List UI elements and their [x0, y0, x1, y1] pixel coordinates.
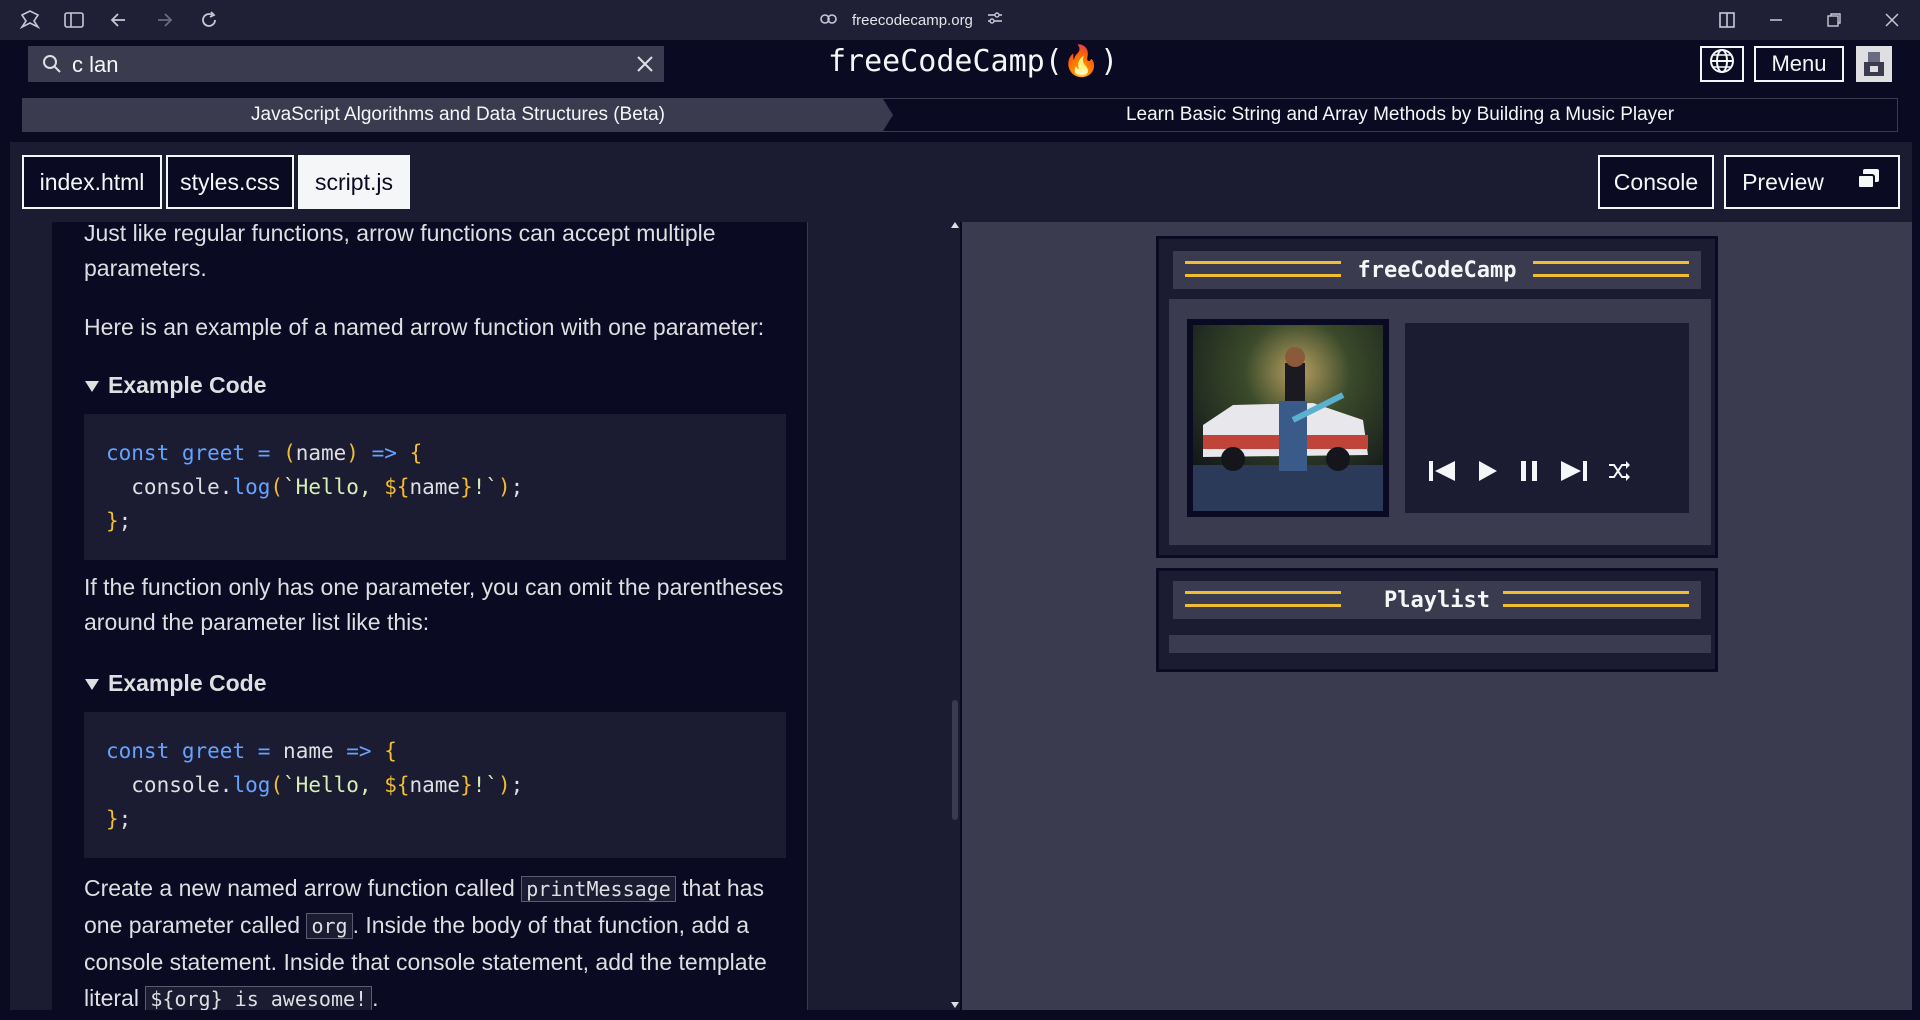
language-button[interactable]	[1700, 46, 1744, 82]
task-description: Create a new named arrow function called…	[84, 870, 784, 1010]
task-text: .	[372, 985, 379, 1010]
instruction-paragraph: Here is an example of a named arrow func…	[84, 314, 765, 340]
pause-icon[interactable]	[1517, 459, 1541, 488]
summary-label: Example Code	[108, 372, 267, 398]
search-bar[interactable]: c lan	[28, 46, 664, 82]
menu-button[interactable]: Menu	[1754, 46, 1844, 82]
avatar[interactable]	[1856, 46, 1892, 82]
preview-button[interactable]: Preview	[1724, 155, 1840, 209]
next-track-icon[interactable]	[1559, 459, 1589, 488]
tab-styles-css[interactable]: styles.css	[166, 155, 294, 209]
instructions-pane: Just like regular functions, arrow funct…	[10, 222, 960, 1010]
fcc-logo[interactable]: freeCodeCamp(🔥)	[828, 44, 1118, 79]
breadcrumb-block[interactable]: Learn Basic String and Array Methods by …	[903, 99, 1897, 131]
close-window-icon[interactable]	[1880, 8, 1904, 32]
album-art	[1187, 319, 1389, 517]
instruction-paragraph: Just like regular functions, arrow funct…	[84, 222, 716, 281]
example-code-block: const greet = (name) => { console.log(`H…	[84, 414, 786, 560]
breadcrumb-superblock[interactable]: JavaScript Algorithms and Data Structure…	[23, 99, 893, 131]
task-text: Create a new named arrow function called	[84, 875, 522, 901]
preview-pane: freeCodeCamp Playlist	[960, 222, 1912, 1010]
instructions-scrollbar[interactable]	[950, 222, 960, 1010]
instruction-paragraph: If the function only has one parameter, …	[84, 574, 784, 635]
restore-icon[interactable]	[1822, 8, 1846, 32]
breadcrumb: JavaScript Algorithms and Data Structure…	[22, 98, 1898, 132]
preview-popout-button[interactable]	[1840, 155, 1900, 209]
globe-icon	[1709, 48, 1735, 80]
example-code-block: const greet = name => { console.log(`Hel…	[84, 712, 786, 858]
summary-label: Example Code	[108, 670, 267, 696]
clear-search-icon[interactable]	[636, 55, 654, 78]
editor-tabs-bar: index.html styles.css script.js Console …	[10, 142, 1912, 222]
site-settings-icon[interactable]	[987, 11, 1003, 29]
link-icon	[820, 12, 838, 29]
tab-index-html[interactable]: index.html	[22, 155, 162, 209]
playlist: Playlist	[1156, 568, 1718, 672]
player-controls	[1427, 459, 1631, 488]
browser-logo-icon[interactable]	[18, 8, 42, 32]
search-icon	[42, 54, 62, 79]
inline-code: printMessage	[521, 876, 676, 902]
music-player: freeCodeCamp	[1156, 236, 1718, 558]
decorative-stripes	[1533, 261, 1689, 277]
example-code-summary[interactable]: Example Code	[84, 670, 267, 697]
instructions-content: Just like regular functions, arrow funct…	[52, 222, 808, 1010]
player-bar: freeCodeCamp	[1173, 251, 1701, 289]
previous-track-icon[interactable]	[1427, 459, 1457, 488]
caret-down-icon	[84, 372, 100, 399]
scroll-down-arrow[interactable]	[951, 1002, 959, 1008]
inline-code: ${org} is awesome!	[145, 986, 373, 1010]
example-code-summary[interactable]: Example Code	[84, 372, 267, 399]
playlist-bar: Playlist	[1173, 581, 1701, 619]
caret-down-icon	[84, 670, 100, 697]
player-controls-panel	[1405, 323, 1689, 513]
search-input[interactable]: c lan	[72, 52, 118, 78]
minimize-icon[interactable]	[1764, 8, 1788, 32]
tab-script-js[interactable]: script.js	[298, 155, 410, 209]
address-bar[interactable]: freecodecamp.org	[820, 0, 1003, 40]
back-icon[interactable]	[107, 8, 131, 32]
scrollbar-thumb[interactable]	[952, 700, 958, 820]
browser-toolbar: freecodecamp.org	[0, 0, 1920, 40]
scroll-up-arrow[interactable]	[951, 222, 959, 228]
playlist-items	[1169, 635, 1711, 653]
split-view-icon[interactable]	[1715, 8, 1739, 32]
player-content	[1169, 299, 1711, 545]
reload-icon[interactable]	[197, 8, 221, 32]
play-icon[interactable]	[1475, 459, 1499, 488]
shuffle-icon[interactable]	[1607, 460, 1631, 487]
forward-icon[interactable]	[152, 8, 176, 32]
url-text[interactable]: freecodecamp.org	[852, 12, 973, 29]
sidebar-toggle-icon[interactable]	[62, 8, 86, 32]
popout-icon	[1857, 168, 1881, 196]
inline-code: org	[306, 913, 353, 939]
fcc-navbar: c lan freeCodeCamp(🔥) Menu	[10, 40, 1912, 88]
decorative-stripes	[1503, 591, 1689, 607]
console-button[interactable]: Console	[1598, 155, 1714, 209]
